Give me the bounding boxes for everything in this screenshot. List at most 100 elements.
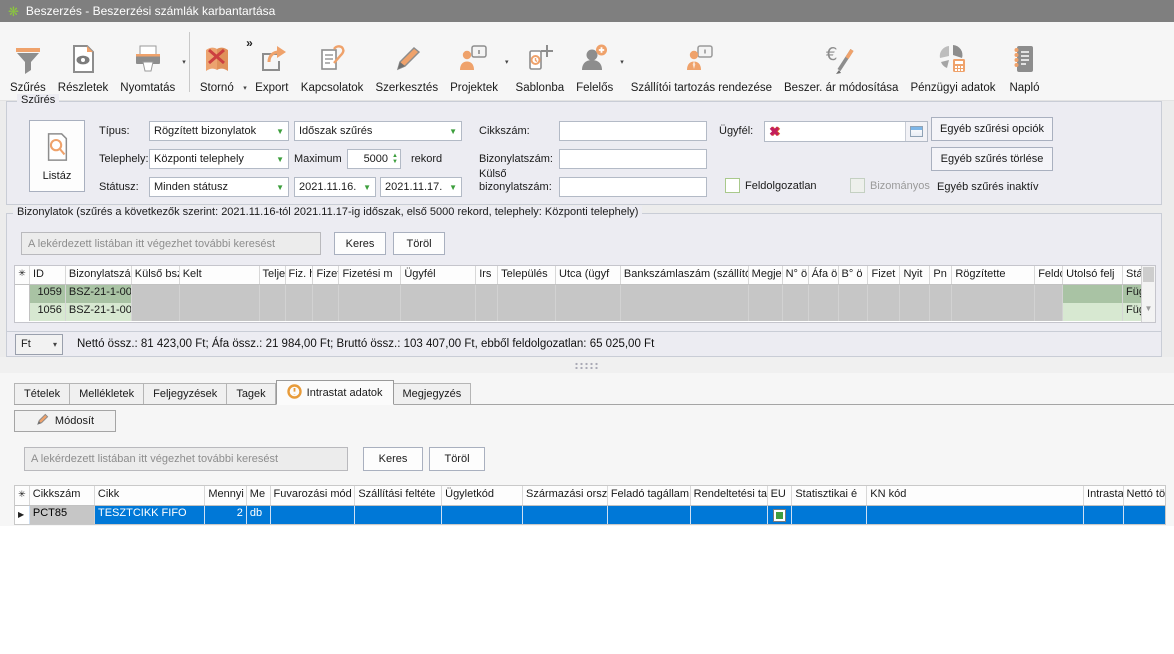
column-header[interactable]: Utolsó felj	[1063, 266, 1123, 284]
row-header[interactable]	[15, 303, 30, 321]
maximum-spinner[interactable]: 5000 ▲▼	[347, 149, 401, 169]
column-header[interactable]: Nyit	[900, 266, 930, 284]
toolbar-button-projektek[interactable]: Projektek	[444, 24, 504, 100]
column-header[interactable]: Feladó tagállam	[608, 486, 691, 505]
column-header[interactable]: Bankszámlaszám (szállító)	[621, 266, 749, 284]
select-all-cell[interactable]: ✳	[15, 486, 30, 505]
currency-select[interactable]: Ft ▾	[15, 334, 63, 355]
toolbar-button-storno[interactable]: » Stornó ▾	[193, 24, 249, 100]
column-header[interactable]: Ügyfél	[401, 266, 476, 284]
tab-tetelek[interactable]: Tételek	[14, 383, 70, 404]
column-header[interactable]: Szállítási feltéte	[355, 486, 442, 505]
column-header[interactable]: Rögzítette	[952, 266, 1035, 284]
table-row[interactable]: 1056 BSZ-21-1-000 Függ	[15, 303, 1155, 321]
toolbar-button-kapcsolatok[interactable]: Kapcsolatok	[295, 24, 370, 100]
column-header[interactable]: Külső bsza	[132, 266, 180, 284]
date-to-select[interactable]: 2021.11.17. ▼	[380, 177, 462, 197]
column-header[interactable]: Irs	[476, 266, 498, 284]
column-header[interactable]: Intrasta	[1084, 486, 1124, 505]
documents-keres-button[interactable]: Keres	[334, 232, 386, 255]
column-header[interactable]: Pn	[930, 266, 952, 284]
documents-search-input[interactable]: A lekérdezett listában itt végezhet tová…	[21, 232, 321, 255]
scroll-down-icon[interactable]: ▼	[1142, 304, 1155, 313]
toolbar-button-szallitoi-tartozas[interactable]: Szállítói tartozás rendezése	[625, 24, 778, 100]
column-header[interactable]: KN kód	[867, 486, 1084, 505]
splitter-handle[interactable]	[0, 357, 1174, 373]
print-dropdown-arrow[interactable]: ▾	[181, 24, 187, 100]
column-header[interactable]: Cikkszám	[30, 486, 95, 505]
column-header[interactable]: EU	[768, 486, 793, 505]
column-header[interactable]: Cikk	[95, 486, 205, 505]
eu-checkbox[interactable]	[773, 509, 786, 522]
toolbar-button-export[interactable]: Export	[249, 24, 295, 100]
column-header[interactable]: Feldo	[1035, 266, 1063, 284]
tab-tagek[interactable]: Tagek	[227, 383, 275, 404]
column-header[interactable]: Kelt	[180, 266, 260, 284]
column-header[interactable]: Település	[498, 266, 556, 284]
spinner-arrows-icon[interactable]: ▲▼	[392, 153, 400, 165]
column-header[interactable]: Mennyi	[205, 486, 246, 505]
select-all-cell[interactable]: ✳	[15, 266, 30, 284]
chevron-down-icon: ▾	[505, 58, 509, 66]
column-header[interactable]: Fizetési m	[339, 266, 401, 284]
column-header[interactable]: Megje	[749, 266, 783, 284]
detail-torol-button[interactable]: Töröl	[429, 447, 485, 471]
ugyfel-field[interactable]: ✖	[764, 121, 928, 142]
column-header[interactable]: B° ö	[839, 266, 869, 284]
tab-megjegyzes[interactable]: Megjegyzés	[394, 383, 472, 404]
column-header[interactable]: Ügyletkód	[442, 486, 523, 505]
tab-intrastat-adatok[interactable]: Intrastat adatok	[276, 380, 394, 405]
splitter-dots-icon	[574, 362, 600, 369]
storno-dropdown-arrow[interactable]: ▾	[243, 84, 247, 92]
idoszak-select[interactable]: Időszak szűrés ▼	[294, 121, 462, 141]
detail-search-input[interactable]: A lekérdezett listában itt végezhet tová…	[24, 447, 348, 471]
listaz-button[interactable]: Listáz	[29, 120, 85, 192]
table-row[interactable]: 1059 BSZ-21-1-000 Függ	[15, 285, 1155, 303]
column-header[interactable]: Statisztikai é	[792, 486, 867, 505]
column-header[interactable]: Fizet	[868, 266, 900, 284]
column-header[interactable]: N° ö	[783, 266, 809, 284]
column-header[interactable]: Me	[247, 486, 271, 505]
tipus-select[interactable]: Rögzített bizonylatok ▼	[149, 121, 289, 141]
column-header[interactable]: Utca (ügyf	[556, 266, 621, 284]
egyeb-szuresi-opciok-button[interactable]: Egyéb szűrési opciók	[931, 117, 1053, 141]
documents-torol-button[interactable]: Töröl	[393, 232, 445, 255]
column-header[interactable]: Származási orsz	[523, 486, 608, 505]
tab-mellekletek[interactable]: Mellékletek	[70, 383, 144, 404]
ugyfel-browse-button[interactable]	[905, 122, 927, 141]
egyeb-szures-torlese-button[interactable]: Egyéb szűrés törlése	[931, 147, 1053, 171]
modosit-button[interactable]: Módosít	[14, 410, 116, 432]
bizonylatszam-input[interactable]	[559, 149, 707, 169]
telephely-select[interactable]: Központi telephely ▼	[149, 149, 289, 169]
table-row-selected[interactable]: ▶ PCT85 TESZTCIKK FIFO 2 db	[15, 506, 1165, 524]
column-header[interactable]: Fizet	[313, 266, 339, 284]
toolbar-button-nyomtatas[interactable]: Nyomtatás	[114, 24, 181, 100]
scrollbar-thumb[interactable]	[1143, 267, 1154, 282]
kulso-bizonylatszam-input[interactable]	[559, 177, 707, 197]
date-from-select[interactable]: 2021.11.16. ▼	[294, 177, 376, 197]
toolbar-button-reszletek[interactable]: Részletek	[52, 24, 115, 100]
column-header[interactable]: Áfa ö	[809, 266, 839, 284]
column-header[interactable]: Nettó tör	[1124, 486, 1165, 505]
row-header[interactable]	[15, 285, 30, 303]
toolbar-button-felelos[interactable]: Felelős	[570, 24, 619, 100]
toolbar-button-szerkesztes[interactable]: Szerkesztés	[369, 24, 444, 100]
detail-keres-button[interactable]: Keres	[363, 447, 423, 471]
column-header[interactable]: Telje	[260, 266, 286, 284]
column-header[interactable]: Bizonylatszám	[66, 266, 132, 284]
column-header[interactable]: ID	[30, 266, 66, 284]
vertical-scrollbar[interactable]: ▼	[1141, 266, 1155, 322]
feldolgozatlan-checkbox[interactable]	[725, 178, 740, 193]
column-header[interactable]: Rendeltetési tag	[691, 486, 768, 505]
toolbar-button-szures[interactable]: Szűrés	[4, 24, 52, 100]
toolbar-button-beszar-modositas[interactable]: € Beszer. ár módosítása	[778, 24, 904, 100]
toolbar-button-sablonba[interactable]: Sablonba	[510, 24, 571, 100]
tab-feljegyzesek[interactable]: Feljegyzések	[144, 383, 227, 404]
statusz-select[interactable]: Minden státusz ▼	[149, 177, 289, 197]
toolbar-button-naplo[interactable]: Napló	[1001, 24, 1047, 100]
cikkszam-input[interactable]	[559, 121, 707, 141]
clear-x-icon[interactable]: ✖	[765, 124, 784, 140]
column-header[interactable]: Fuvarozási mód	[271, 486, 356, 505]
column-header[interactable]: Fiz. h	[286, 266, 314, 284]
toolbar-button-penzugyi-adatok[interactable]: Pénzügyi adatok	[904, 24, 1001, 100]
